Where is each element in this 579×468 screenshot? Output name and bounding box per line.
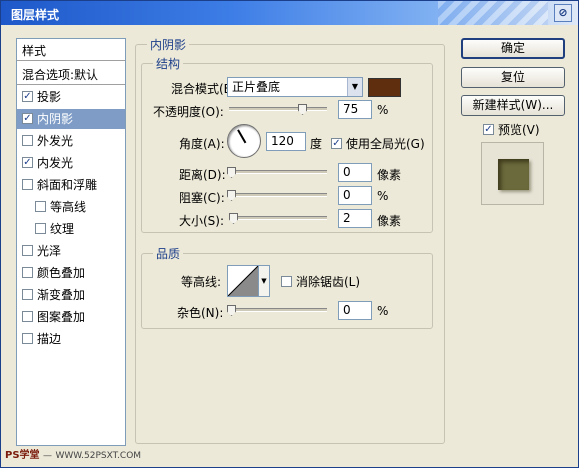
contour-curve-icon [227,265,259,297]
shadow-color-swatch[interactable] [368,78,401,97]
noise-unit: % [377,304,389,318]
angle-unit: 度 [310,137,323,151]
size-unit: 像素 [377,214,402,228]
watermark-brand: PS学堂 [5,450,40,461]
contour-label: 等高线: [181,275,222,289]
layer-style-dialog: 图层样式 ⊘ 样式 混合选项:默认 ✓ 投影 ✓ 内阴影 外发光 ✓ 内发光 斜面和浮… [0,0,579,468]
sidebar-item-label: 投影 [37,90,62,104]
inner-shadow-checkbox[interactable]: ✓ [22,113,33,124]
blend-mode-value: 正片叠底 [232,80,281,94]
opacity-unit: % [377,103,389,117]
sidebar-item-label: 内发光 [37,156,74,170]
sidebar-item-inner-glow[interactable]: ✓ 内发光 [17,153,125,173]
outer-glow-checkbox[interactable] [22,135,33,146]
noise-label: 杂色(N): [177,306,224,320]
sidebar-item-pattern-overlay[interactable]: 图案叠加 [17,307,125,327]
drop-shadow-checkbox[interactable]: ✓ [22,91,33,102]
inner-shadow-title: 内阴影 [147,36,190,53]
sidebar-item-label: 外发光 [37,134,74,148]
sidebar-item-label: 图案叠加 [37,310,86,324]
contour-dropdown[interactable]: ▼ [258,265,270,297]
sidebar-item-drop-shadow[interactable]: ✓ 投影 [17,87,125,107]
quality-title: 品质 [153,245,184,262]
blend-mode-select[interactable]: 正片叠底 ▼ [227,77,363,97]
gradient-overlay-checkbox[interactable] [22,289,33,300]
watermark: PS学堂 — WWW.52PSXT.COM [5,450,142,461]
size-slider[interactable] [229,216,327,220]
opacity-slider[interactable] [229,107,327,111]
preview-checkbox[interactable]: ✓ [483,124,494,135]
sidebar-item-label: 渐变叠加 [37,288,86,302]
sidebar-item-outer-glow[interactable]: 外发光 [17,131,125,151]
close-button[interactable]: ⊘ [554,4,572,22]
structure-title: 结构 [153,55,184,72]
global-light-label: 使用全局光(G) [346,137,425,151]
size-input[interactable]: 2 [338,209,372,228]
contour-checkbox[interactable] [35,201,46,212]
sidebar-item-satin[interactable]: 光泽 [17,241,125,261]
sidebar-item-label: 等高线 [50,200,87,214]
sidebar-item-texture[interactable]: 纹理 [17,219,125,239]
distance-slider[interactable] [229,170,327,174]
sidebar-item-gradient-overlay[interactable]: 渐变叠加 [17,285,125,305]
dialog-title: 图层样式 [11,8,60,22]
antialias-checkbox[interactable] [281,276,292,287]
bevel-emboss-checkbox[interactable] [22,179,33,190]
angle-label: 角度(A): [179,137,225,151]
sidebar-item-label: 光泽 [37,244,62,258]
global-light-checkbox[interactable]: ✓ [331,138,342,149]
sidebar-item-styles[interactable]: 样式 [17,41,125,61]
choke-slider[interactable] [229,193,327,197]
watermark-url: WWW.52PSXT.COM [55,451,142,461]
stroke-checkbox[interactable] [22,333,33,344]
choke-unit: % [377,189,389,203]
style-list: 样式 混合选项:默认 ✓ 投影 ✓ 内阴影 外发光 ✓ 内发光 斜面和浮雕 等高线 纹… [16,38,126,446]
opacity-label: 不透明度(O): [153,105,224,119]
distance-unit: 像素 [377,168,402,182]
sidebar-item-inner-shadow[interactable]: ✓ 内阴影 [17,109,125,129]
angle-needle [237,129,247,144]
sidebar-item-bevel-emboss[interactable]: 斜面和浮雕 [17,175,125,195]
size-label: 大小(S): [179,214,225,228]
choke-input[interactable]: 0 [338,186,372,205]
preview-label: 预览(V) [498,123,540,137]
preview-swatch [498,159,529,190]
distance-label: 距离(D): [179,168,226,182]
distance-input[interactable]: 0 [338,163,372,182]
antialias-toggle[interactable]: 消除锯齿(L) [281,273,360,290]
global-light-toggle[interactable]: ✓ 使用全局光(G) [331,135,425,152]
inner-glow-checkbox[interactable]: ✓ [22,157,33,168]
sidebar-item-blending-options[interactable]: 混合选项:默认 [17,65,125,85]
style-preview [481,142,544,205]
contour-preview[interactable] [227,265,259,297]
sidebar-item-label: 斜面和浮雕 [37,178,98,192]
antialias-label: 消除锯齿(L) [296,275,361,289]
sidebar-item-stroke[interactable]: 描边 [17,329,125,349]
angle-dial[interactable] [227,124,261,158]
chevron-down-icon: ▼ [347,78,362,96]
title-decoration [438,1,548,25]
new-style-button[interactable]: 新建样式(W)... [461,95,565,116]
reset-button[interactable]: 复位 [461,67,565,88]
noise-slider[interactable] [229,308,327,312]
sidebar-item-contour[interactable]: 等高线 [17,197,125,217]
sidebar-item-label: 纹理 [50,222,75,236]
angle-input[interactable]: 120 [266,132,306,151]
sidebar-item-label: 颜色叠加 [37,266,86,280]
title-bar[interactable]: 图层样式 ⊘ [1,1,578,25]
texture-checkbox[interactable] [35,223,46,234]
preview-toggle[interactable]: ✓ 预览(V) [483,121,540,138]
sidebar-item-color-overlay[interactable]: 颜色叠加 [17,263,125,283]
sidebar-item-label: 内阴影 [37,112,74,126]
color-overlay-checkbox[interactable] [22,267,33,278]
satin-checkbox[interactable] [22,245,33,256]
opacity-input[interactable]: 75 [338,100,372,119]
sidebar-item-label: 描边 [37,332,62,346]
ok-button[interactable]: 确定 [461,38,565,59]
chevron-down-icon: ▼ [261,277,267,285]
choke-label: 阻塞(C): [179,191,225,205]
pattern-overlay-checkbox[interactable] [22,311,33,322]
noise-input[interactable]: 0 [338,301,372,320]
